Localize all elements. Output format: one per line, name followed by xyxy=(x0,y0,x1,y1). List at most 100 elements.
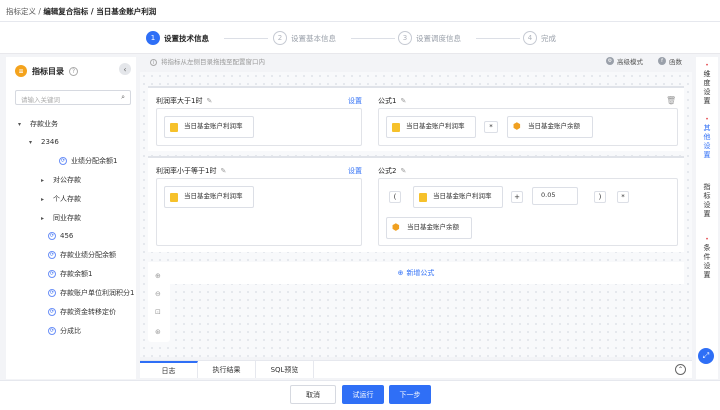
operator-left-paren[interactable]: ( xyxy=(389,191,401,203)
tree-node-label: 存款余额1 xyxy=(60,270,93,278)
condition-settings-tab[interactable]: • 条件设置 xyxy=(702,235,712,280)
tree-node[interactable]: ▸ 同业存款 xyxy=(41,213,81,223)
hexagon-icon: ⬢ xyxy=(392,222,400,233)
condition-set-link[interactable]: 设置 xyxy=(348,96,362,106)
config-canvas[interactable]: 利润率大于1时 ✎ 设置 当日基金账户利润率 公式1 ✎ 🗑 当日基金账户利润率 *… xyxy=(140,72,692,357)
breadcrumb: 指标定义 / 编辑复合指标 / 当日基金账户利润 xyxy=(6,6,156,17)
tree-leaf[interactable]: ⟳ 存款资金转移定价 xyxy=(48,307,116,317)
caret-right-icon[interactable]: ▸ xyxy=(41,196,49,203)
step-4[interactable]: 4 完成 xyxy=(523,31,556,45)
tree-leaf[interactable]: ⟳ 存款业绩分配余额 xyxy=(48,250,116,260)
function-button[interactable]: f 函数 xyxy=(658,56,682,66)
other-settings-tab[interactable]: • 其他设置 xyxy=(702,115,712,160)
indicator-settings-tab[interactable]: 指标设置 xyxy=(702,183,712,219)
indicator-icon: ⟳ xyxy=(48,270,56,278)
tree-node-label: 存款账户单位利润积分1 xyxy=(60,289,135,297)
condition-title: 利润率大于1时 ✎ xyxy=(156,96,212,106)
indicator-field-icon xyxy=(392,122,400,132)
trial-run-button[interactable]: 试运行 xyxy=(342,385,384,404)
breadcrumb-parent[interactable]: 指标定义 xyxy=(6,7,36,16)
step-label: 设置基本信息 xyxy=(291,33,336,43)
indicator-chip[interactable]: 当日基金账户利润率 xyxy=(164,116,254,138)
help-icon[interactable]: ? xyxy=(69,66,78,76)
tab-log[interactable]: 日志 xyxy=(140,361,198,378)
tree-node[interactable]: ▾ 2346 xyxy=(29,138,59,146)
indicator-chip[interactable]: ⬢ 当日基金账户余额 xyxy=(386,217,472,239)
condition-label: 利润率小于等于1时 xyxy=(156,167,217,175)
chevron-up-icon[interactable]: ⌃ xyxy=(675,364,686,375)
footer-actions: 取消 试运行 下一步 xyxy=(0,380,720,410)
formula-dropzone[interactable]: ( 当日基金账户利润率 + 0.05 ) * ⬢ 当日基金账户余额 xyxy=(378,178,678,246)
tab-label: 其他设置 xyxy=(703,124,711,159)
zoom-in-icon[interactable]: ⊕ xyxy=(155,272,161,280)
tab-execution-result[interactable]: 执行结果 xyxy=(198,361,256,378)
indicator-icon: ⟳ xyxy=(48,308,56,316)
collapse-sidebar-button[interactable]: ‹ xyxy=(119,63,131,75)
indicator-chip[interactable]: ⬢ 当日基金账户余额 xyxy=(507,116,593,138)
formula-dropzone[interactable]: 当日基金账户利润率 * ⬢ 当日基金账户余额 xyxy=(378,108,678,146)
condition-set-link[interactable]: 设置 xyxy=(348,166,362,176)
edit-icon[interactable]: ✎ xyxy=(206,97,212,105)
add-formula-button[interactable]: ⊕ 新增公式 xyxy=(148,262,684,284)
step-label: 设置调度信息 xyxy=(416,33,461,43)
tree-leaf[interactable]: ⟳ 分成比 xyxy=(48,326,81,336)
search-icon[interactable]: ⌕ xyxy=(121,93,125,102)
expand-panel-button[interactable]: ⤢ xyxy=(698,348,714,364)
operator-multiply[interactable]: * xyxy=(617,191,629,203)
delete-rule-icon[interactable]: 🗑 xyxy=(666,96,676,105)
tree-node-label: 存款业绩分配余额 xyxy=(60,251,116,259)
operator-plus[interactable]: + xyxy=(511,191,523,203)
locate-icon[interactable]: ⊛ xyxy=(155,328,161,336)
condition-section: 利润率小于等于1时 ✎ 设置 当日基金账户利润率 xyxy=(148,158,370,252)
indicator-chip-label: 当日基金账户利润率 xyxy=(184,122,243,131)
sidebar-title: 指标目录 xyxy=(32,66,64,76)
condition-dropzone[interactable]: 当日基金账户利润率 xyxy=(156,178,362,246)
indicator-chip[interactable]: 当日基金账户利润率 xyxy=(413,186,503,208)
caret-right-icon[interactable]: ▸ xyxy=(41,177,49,184)
edit-icon[interactable]: ✎ xyxy=(220,167,226,175)
zoom-out-icon[interactable]: ⊖ xyxy=(155,290,161,298)
step-2[interactable]: 2 设置基本信息 xyxy=(273,31,336,45)
step-3[interactable]: 3 设置调度信息 xyxy=(398,31,461,45)
tree-node[interactable]: ▸ 个人存款 xyxy=(41,194,81,204)
tree-node[interactable]: ▾ 存款业务 xyxy=(18,119,58,129)
bottom-panel-tabs: 日志 执行结果 SQL预览 ⌃ xyxy=(140,360,692,378)
indicator-field-icon xyxy=(170,192,178,202)
edit-icon[interactable]: ✎ xyxy=(400,97,406,105)
operator-right-paren[interactable]: ) xyxy=(594,191,606,203)
catalog-search-input[interactable]: 请输入关键词 ⌕ xyxy=(15,90,131,105)
tab-sql-preview[interactable]: SQL预览 xyxy=(256,361,314,378)
tree-leaf[interactable]: ⟳ 456 xyxy=(48,232,73,240)
tree-node-label: 同业存款 xyxy=(53,214,81,222)
caret-right-icon[interactable]: ▸ xyxy=(41,215,49,222)
indicator-field-icon xyxy=(419,192,427,202)
tree-leaf[interactable]: ⟳ 业绩分配余额1 xyxy=(59,156,117,166)
advanced-mode-button[interactable]: ⚙ 高级模式 xyxy=(606,56,643,66)
indicator-chip[interactable]: 当日基金账户利润率 xyxy=(164,186,254,208)
next-step-button[interactable]: 下一步 xyxy=(389,385,431,404)
caret-down-icon[interactable]: ▾ xyxy=(29,139,37,146)
formula-label: 公式1 xyxy=(378,97,397,105)
tree-leaf[interactable]: ⟳ 存款账户单位利润积分1 xyxy=(48,288,136,298)
advanced-mode-label: 高级模式 xyxy=(617,58,643,66)
indicator-chip[interactable]: 当日基金账户利润率 xyxy=(386,116,476,138)
edit-icon[interactable]: ✎ xyxy=(400,167,406,175)
tree-leaf[interactable]: ⟳ 存款余额1 xyxy=(48,269,92,279)
dimension-settings-tab[interactable]: • 维度设置 xyxy=(702,61,712,106)
operator-multiply[interactable]: * xyxy=(484,121,498,133)
step-1[interactable]: 1 设置技术信息 xyxy=(146,31,209,45)
fit-view-icon[interactable]: ⊡ xyxy=(155,308,161,316)
caret-down-icon[interactable]: ▾ xyxy=(18,121,26,128)
constant-input[interactable]: 0.05 xyxy=(532,187,578,205)
tree-node-label: 存款业务 xyxy=(30,120,58,128)
cancel-button[interactable]: 取消 xyxy=(290,385,336,404)
indicator-chip-label: 当日基金账户利润率 xyxy=(184,192,243,201)
indicator-icon: ⟳ xyxy=(48,327,56,335)
tree-node[interactable]: ▸ 对公存款 xyxy=(41,175,81,185)
formula-section: 公式2 ✎ ( 当日基金账户利润率 + 0.05 ) * ⬢ 当日基金账户余额 xyxy=(370,158,684,252)
rule-card: 利润率大于1时 ✎ 设置 当日基金账户利润率 公式1 ✎ 🗑 当日基金账户利润率 *… xyxy=(148,86,684,151)
step-number: 3 xyxy=(398,31,412,45)
formula-title: 公式1 ✎ xyxy=(378,96,406,106)
condition-section: 利润率大于1时 ✎ 设置 当日基金账户利润率 xyxy=(148,88,370,151)
condition-dropzone[interactable]: 当日基金账户利润率 xyxy=(156,108,362,146)
